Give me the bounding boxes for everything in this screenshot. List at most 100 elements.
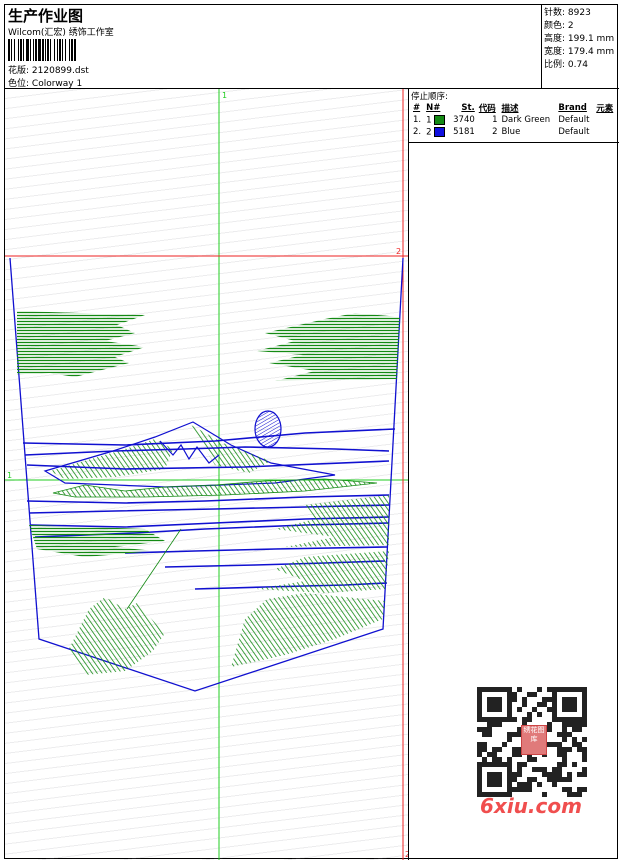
needle-number: 1: [426, 115, 432, 126]
qr-module: [537, 782, 542, 787]
col-desc: 描述: [501, 104, 519, 114]
qr-module: [497, 707, 502, 712]
grass-left: [69, 597, 165, 675]
qr-module: [532, 692, 537, 697]
design-file-line: 花版: 2120899.dst: [8, 63, 89, 76]
color-swatch: [434, 114, 446, 125]
qr-module: [567, 777, 572, 782]
qr-module: [517, 772, 522, 777]
row-brand: Default: [558, 127, 590, 137]
watermark-logo: 6xiu.com: [480, 794, 582, 818]
col-index: #: [413, 103, 421, 113]
col-needle: N#: [426, 103, 441, 113]
height-value: 199.1 mm: [567, 34, 615, 44]
production-sheet: 生产作业图 Wilcom(汇宏) 绣饰工作室 花版: 2120899.dst 色…: [4, 4, 619, 860]
col-stitches: St.: [461, 103, 475, 113]
design-canvas: 1 1 2 2: [5, 89, 409, 860]
qr-module: [497, 722, 502, 727]
qr-module: [527, 717, 532, 722]
colorway-value: Colorway 1: [31, 79, 83, 89]
qr-module: [537, 712, 542, 717]
colorway-label: 色位:: [8, 79, 30, 89]
qr-module: [512, 697, 517, 702]
qr-module: [497, 747, 502, 752]
studio-name: Wilcom(汇宏) 绣饰工作室: [8, 28, 114, 38]
row-needle: 2: [424, 126, 449, 138]
qr-module: [527, 787, 532, 792]
table-row: 1. 1 3740 1 Dark Green Default: [411, 114, 617, 126]
row-needle: 1: [424, 114, 449, 126]
row-index: 1.: [413, 115, 422, 125]
qr-module: [507, 737, 512, 742]
qr-module: [582, 757, 587, 762]
row-desc: Blue: [501, 127, 521, 137]
stop-table-header: # N# St. 代码 描述 Brand 元素: [411, 102, 617, 114]
qr-module: [522, 762, 527, 767]
reflection-right-lower: [255, 551, 389, 593]
height-label: 高度:: [544, 34, 566, 44]
colors-value: 2: [567, 21, 574, 31]
row-index: 2.: [413, 127, 422, 137]
qr-module: [577, 727, 582, 732]
qr-code: 绣花图库: [477, 687, 587, 797]
width-label: 宽度:: [544, 47, 566, 57]
design-file-value: 2120899.dst: [31, 66, 89, 76]
qr-module: [562, 762, 567, 767]
stop-sequence-table: # N# St. 代码 描述 Brand 元素 1. 1 3740 1 Dark…: [411, 102, 617, 138]
cloud-right: [257, 313, 400, 381]
row-code: 2: [492, 127, 498, 137]
row-brand: Default: [558, 115, 590, 125]
qr-module: [522, 702, 527, 707]
design-stats: 针数: 8923 颜色: 2 高度: 199.1 mm 宽度: 179.4 mm…: [542, 5, 619, 89]
color-swatch: [434, 126, 446, 137]
qr-module: [497, 782, 502, 787]
stitches-value: 8923: [567, 8, 591, 18]
stop-sequence-title: 停止顺序:: [411, 92, 448, 102]
page-title: 生产作业图: [8, 7, 84, 25]
marker-right: 2: [396, 247, 401, 256]
sheet-header: 生产作业图 Wilcom(汇宏) 绣饰工作室 花版: 2120899.dst 色…: [5, 5, 542, 89]
stitches-row: 针数: 8923: [544, 7, 619, 20]
watermark-badge: 绣花图库: [521, 725, 547, 755]
cloud-left: [17, 311, 145, 377]
qr-module: [512, 717, 517, 722]
marker-bottom: 2: [405, 850, 409, 859]
colorway-line: 色位: Colorway 1: [8, 76, 82, 89]
table-row: 2. 2 5181 2 Blue Default: [411, 126, 617, 138]
col-element: 元素: [596, 104, 614, 114]
col-code: 代码: [478, 104, 496, 114]
qr-module: [567, 747, 572, 752]
col-brand: Brand: [558, 103, 587, 113]
grass-right: [231, 593, 385, 667]
qr-module: [572, 762, 577, 767]
colors-label: 颜色:: [544, 21, 566, 31]
moon: [254, 410, 282, 448]
row-stitches: 5181: [453, 127, 475, 137]
design-file-label: 花版:: [8, 66, 30, 76]
qr-module: [582, 737, 587, 742]
qr-module: [502, 742, 507, 747]
width-row: 宽度: 179.4 mm: [544, 46, 619, 59]
qr-module: [562, 737, 567, 742]
stop-sequence-panel: 停止顺序: # N# St. 代码 描述 Brand 元素 1. 1 3740: [409, 89, 619, 143]
qr-module: [532, 757, 537, 762]
row-desc: Dark Green: [501, 115, 551, 125]
scale-value: 0.74: [567, 60, 588, 70]
row-code: 1: [492, 115, 498, 125]
row-element: [594, 114, 617, 126]
needle-number: 2: [426, 127, 432, 138]
marker-top: 1: [222, 91, 227, 100]
scale-row: 比例: 0.74: [544, 59, 619, 72]
qr-module: [517, 687, 522, 692]
row-stitches: 3740: [453, 115, 475, 125]
qr-module: [572, 707, 577, 712]
embroidery-preview: 1 1 2 2: [5, 89, 409, 860]
qr-module: [537, 687, 542, 692]
row-element: [594, 126, 617, 138]
scale-label: 比例:: [544, 60, 566, 70]
hills-strip: [52, 478, 378, 498]
qr-module: [582, 772, 587, 777]
colors-row: 颜色: 2: [544, 20, 619, 33]
qr-module: [517, 707, 522, 712]
barcode: [8, 39, 146, 61]
